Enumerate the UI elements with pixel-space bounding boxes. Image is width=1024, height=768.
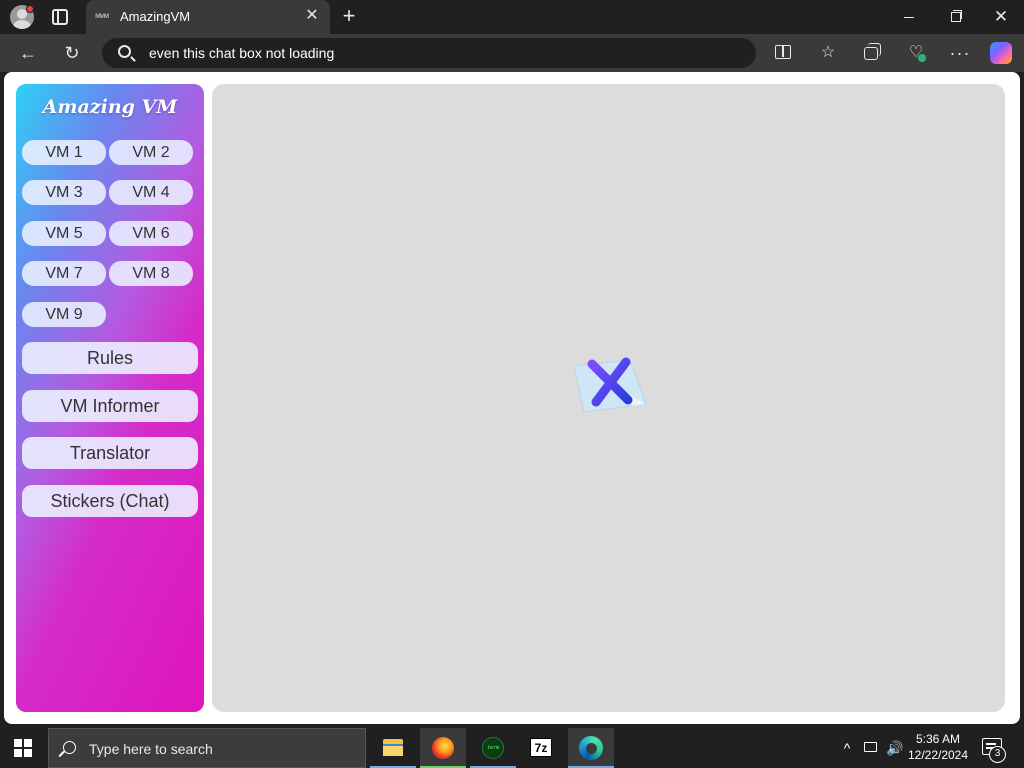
7zip-icon[interactable]: 7z: [518, 728, 564, 768]
vm-9-button[interactable]: VM 9: [22, 302, 106, 327]
collections-icon[interactable]: [861, 42, 883, 64]
browser-title-bar: ᴍᴠᴍ AmazingVM ✕ + ✕: [0, 0, 1024, 34]
vm-2-button[interactable]: VM 2: [109, 140, 193, 165]
notification-count-badge: 3: [989, 746, 1006, 763]
tab-favicon-icon: ᴍᴠᴍ: [95, 11, 109, 20]
volume-icon[interactable]: 🔊: [884, 728, 906, 768]
profile-alert-dot: [26, 5, 34, 13]
edge-icon[interactable]: [568, 728, 614, 768]
vm-7-button[interactable]: VM 7: [22, 261, 106, 286]
vm-4-button[interactable]: VM 4: [109, 180, 193, 205]
loading-failed-icon: [573, 357, 647, 413]
site-logo: Amazing VM: [42, 96, 178, 118]
vm-6-button[interactable]: VM 6: [109, 221, 193, 246]
back-button[interactable]: ←: [15, 40, 41, 66]
page-viewport: Amazing VM VM 1 VM 2 VM 3 VM 4 VM 5 VM 6…: [4, 72, 1020, 724]
file-explorer-icon[interactable]: [370, 728, 416, 768]
more-options-icon[interactable]: ···: [949, 42, 971, 64]
new-tab-button[interactable]: +: [338, 4, 360, 28]
translator-button[interactable]: Translator: [22, 437, 198, 469]
terminal-app-icon[interactable]: term: [470, 728, 516, 768]
clock-date: 12/22/2024: [907, 748, 969, 762]
browser-essentials-icon[interactable]: ♡: [905, 42, 927, 64]
stickers-chat-button[interactable]: Stickers (Chat): [22, 485, 198, 517]
vm-3-button[interactable]: VM 3: [22, 180, 106, 205]
browser-toolbar: ← ↻ even this chat box not loading ☆ ♡ ·…: [0, 34, 1024, 72]
favorites-icon[interactable]: ☆: [817, 42, 839, 64]
sidebar: Amazing VM VM 1 VM 2 VM 3 VM 4 VM 5 VM 6…: [16, 84, 204, 712]
clock-time: 5:36 AM: [915, 732, 961, 746]
firefox-icon[interactable]: [420, 728, 466, 768]
taskbar-search-box[interactable]: Type here to search: [48, 728, 366, 768]
split-screen-icon[interactable]: [772, 42, 794, 64]
system-clock[interactable]: 5:36 AM 12/22/2024: [906, 731, 970, 763]
address-bar[interactable]: even this chat box not loading: [102, 38, 756, 68]
windows-taskbar: Type here to search term 7z ^ 🔊 5:36 AM …: [0, 728, 1024, 768]
taskbar-search-icon: [63, 741, 76, 754]
address-bar-text[interactable]: even this chat box not loading: [149, 45, 334, 61]
tab-amazingvm[interactable]: ᴍᴠᴍ AmazingVM ✕: [86, 0, 330, 34]
show-hidden-icons-icon[interactable]: ^: [836, 728, 858, 768]
close-tab-icon[interactable]: ✕: [302, 6, 322, 26]
tab-actions-menu-icon[interactable]: [52, 9, 68, 25]
vm-informer-button[interactable]: VM Informer: [22, 390, 198, 422]
minimize-window-button[interactable]: [897, 6, 921, 28]
close-window-button[interactable]: ✕: [989, 6, 1013, 28]
restore-window-button[interactable]: [943, 6, 967, 28]
copilot-icon[interactable]: [990, 42, 1012, 64]
network-icon[interactable]: [860, 728, 882, 768]
rules-button[interactable]: Rules: [22, 342, 198, 374]
vm-content-area[interactable]: [212, 84, 1005, 712]
search-icon: [118, 45, 131, 58]
tab-title: AmazingVM: [120, 9, 191, 24]
vm-8-button[interactable]: VM 8: [109, 261, 193, 286]
reload-button[interactable]: ↻: [59, 40, 85, 66]
vm-5-button[interactable]: VM 5: [22, 221, 106, 246]
taskbar-search-placeholder: Type here to search: [89, 741, 213, 757]
vm-1-button[interactable]: VM 1: [22, 140, 106, 165]
windows-start-icon[interactable]: [14, 739, 32, 757]
